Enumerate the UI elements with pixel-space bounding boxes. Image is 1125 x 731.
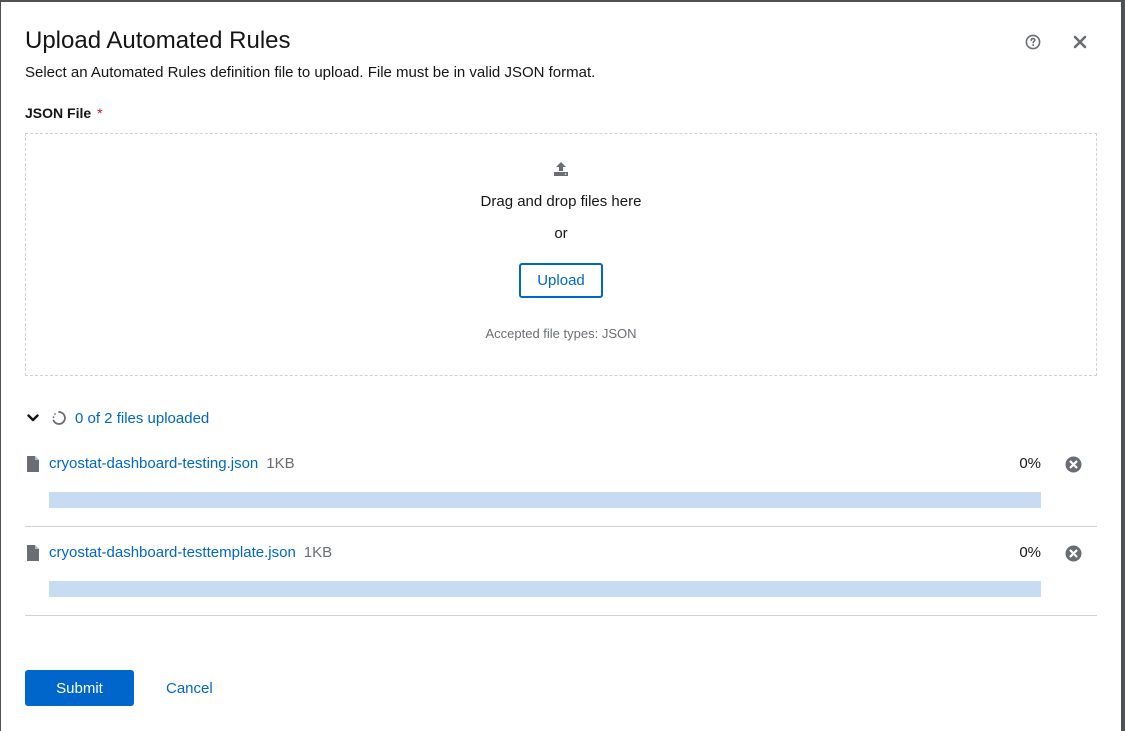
upload-rules-modal: Upload Automated Rules Select an Automat…	[1, 2, 1121, 731]
modal-description: Select an Automated Rules definition fil…	[25, 64, 596, 81]
file-size: 1KB	[266, 455, 295, 472]
file-list-item: cryostat-dashboard-testtemplate.json 1KB …	[25, 527, 1097, 616]
required-marker: *	[97, 105, 103, 121]
file-name: cryostat-dashboard-testing.json	[49, 455, 259, 472]
close-icon	[1073, 35, 1087, 49]
file-size: 1KB	[303, 544, 333, 561]
json-file-label-text: JSON File	[25, 105, 92, 121]
file-progress-percent: 0%	[1019, 455, 1041, 472]
file-progress-bar	[49, 581, 1041, 597]
close-circle-icon	[1065, 456, 1081, 472]
upload-button[interactable]: Upload	[519, 263, 603, 298]
upload-status-text: 0 of 2 files uploaded	[75, 409, 210, 427]
file-name-link[interactable]: cryostat-dashboard-testtemplate.json 1KB	[49, 544, 332, 561]
modal-title: Upload Automated Rules	[25, 27, 291, 54]
file-list-item: cryostat-dashboard-testing.json 1KB 0%	[25, 438, 1097, 527]
file-progress-bar	[49, 492, 1041, 508]
file-icon	[27, 456, 39, 472]
file-name: cryostat-dashboard-testtemplate.json	[49, 544, 296, 561]
upload-icon	[554, 162, 568, 176]
help-button[interactable]	[1023, 32, 1043, 52]
chevron-down-icon	[25, 414, 41, 422]
remove-file-button[interactable]	[1064, 455, 1082, 473]
file-icon	[27, 545, 39, 561]
close-circle-icon	[1065, 545, 1081, 561]
spinner-icon	[51, 410, 67, 426]
file-progress-percent: 0%	[1019, 544, 1041, 561]
dropzone-separator: or	[554, 225, 568, 242]
upload-status-toggle[interactable]: 0 of 2 files uploaded	[25, 408, 209, 428]
help-circle-icon	[1025, 34, 1041, 50]
close-button[interactable]	[1070, 32, 1090, 52]
remove-file-button[interactable]	[1064, 544, 1082, 562]
submit-button[interactable]: Submit	[25, 670, 134, 706]
file-dropzone[interactable]: Drag and drop files here or Upload Accep…	[25, 133, 1097, 376]
accepted-file-types: Accepted file types: JSON	[485, 326, 637, 341]
cancel-button[interactable]: Cancel	[151, 670, 228, 706]
dropzone-title: Drag and drop files here	[480, 193, 642, 210]
page-backdrop	[1121, 0, 1125, 731]
file-name-link[interactable]: cryostat-dashboard-testing.json 1KB	[49, 455, 295, 472]
json-file-label: JSON File *	[25, 105, 103, 121]
